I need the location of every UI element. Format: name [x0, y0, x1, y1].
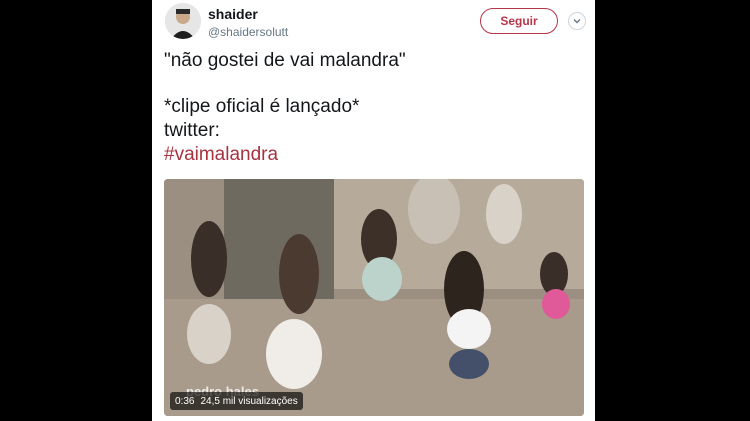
- tweet-line: "não gostei de vai malandra": [164, 50, 406, 71]
- tweet-text: "não gostei de vai malandra" *clipe ofic…: [164, 49, 584, 167]
- video-frame: [164, 179, 584, 416]
- chevron-down-icon: [573, 19, 581, 24]
- tweet-line: *clipe oficial é lançado*: [164, 96, 360, 117]
- video-info-badge: 0:36 24,5 mil visualizações: [170, 392, 303, 410]
- follow-button[interactable]: Seguir: [480, 8, 558, 34]
- user-handle[interactable]: @shaidersolutt: [208, 25, 288, 39]
- more-options-button[interactable]: [568, 12, 586, 30]
- video-duration: 0:36: [175, 395, 195, 407]
- avatar[interactable]: [165, 3, 201, 39]
- tweet-card: shaider @shaidersolutt Seguir "não goste…: [152, 0, 595, 421]
- display-name[interactable]: shaider: [208, 6, 258, 22]
- hashtag-link[interactable]: #vaimalandra: [164, 143, 584, 167]
- tweet-line: twitter:: [164, 120, 220, 141]
- video-player[interactable]: pedro hales 0:36 24,5 mil visualizações: [164, 179, 584, 416]
- avatar-image: [165, 3, 201, 39]
- video-views: 24,5 mil visualizações: [200, 395, 298, 407]
